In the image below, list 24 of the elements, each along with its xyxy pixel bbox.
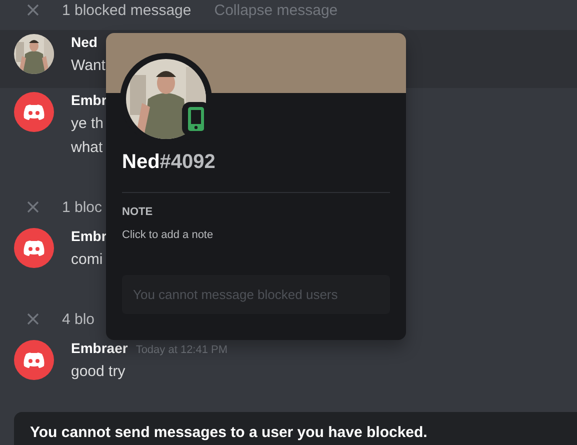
- profile-username: Ned#4092: [122, 151, 216, 174]
- controller-avatar-icon: [14, 340, 54, 380]
- author-name[interactable]: Embraer: [71, 340, 128, 356]
- author-name[interactable]: Embr: [71, 92, 107, 108]
- controller-avatar-icon: [14, 92, 54, 132]
- note-heading: NOTE: [122, 206, 154, 218]
- blocked-messages-label: 4 blo: [62, 310, 95, 328]
- message-text: ye th: [71, 114, 105, 134]
- message-text: Want: [71, 56, 106, 76]
- note-field[interactable]: Click to add a note: [122, 229, 322, 241]
- blocked-messages-label: 1 bloc: [62, 198, 102, 216]
- message-text: good try: [71, 362, 126, 382]
- message-text: what: [71, 138, 104, 158]
- message-text: comi: [71, 250, 104, 270]
- phone-icon: [188, 107, 204, 131]
- blocked-messages-label: 1 blocked message: [62, 2, 192, 18]
- close-icon[interactable]: [27, 313, 39, 325]
- controller-avatar-icon: [14, 228, 54, 268]
- close-icon[interactable]: [27, 4, 39, 16]
- timestamp: Today at 12:41 PM: [136, 344, 228, 356]
- blocked-notice-text: You cannot send messages to a user you have blocked.: [30, 424, 428, 441]
- close-icon[interactable]: [27, 201, 39, 213]
- author-name[interactable]: Ned: [71, 34, 98, 50]
- author-name[interactable]: Embr: [71, 228, 107, 244]
